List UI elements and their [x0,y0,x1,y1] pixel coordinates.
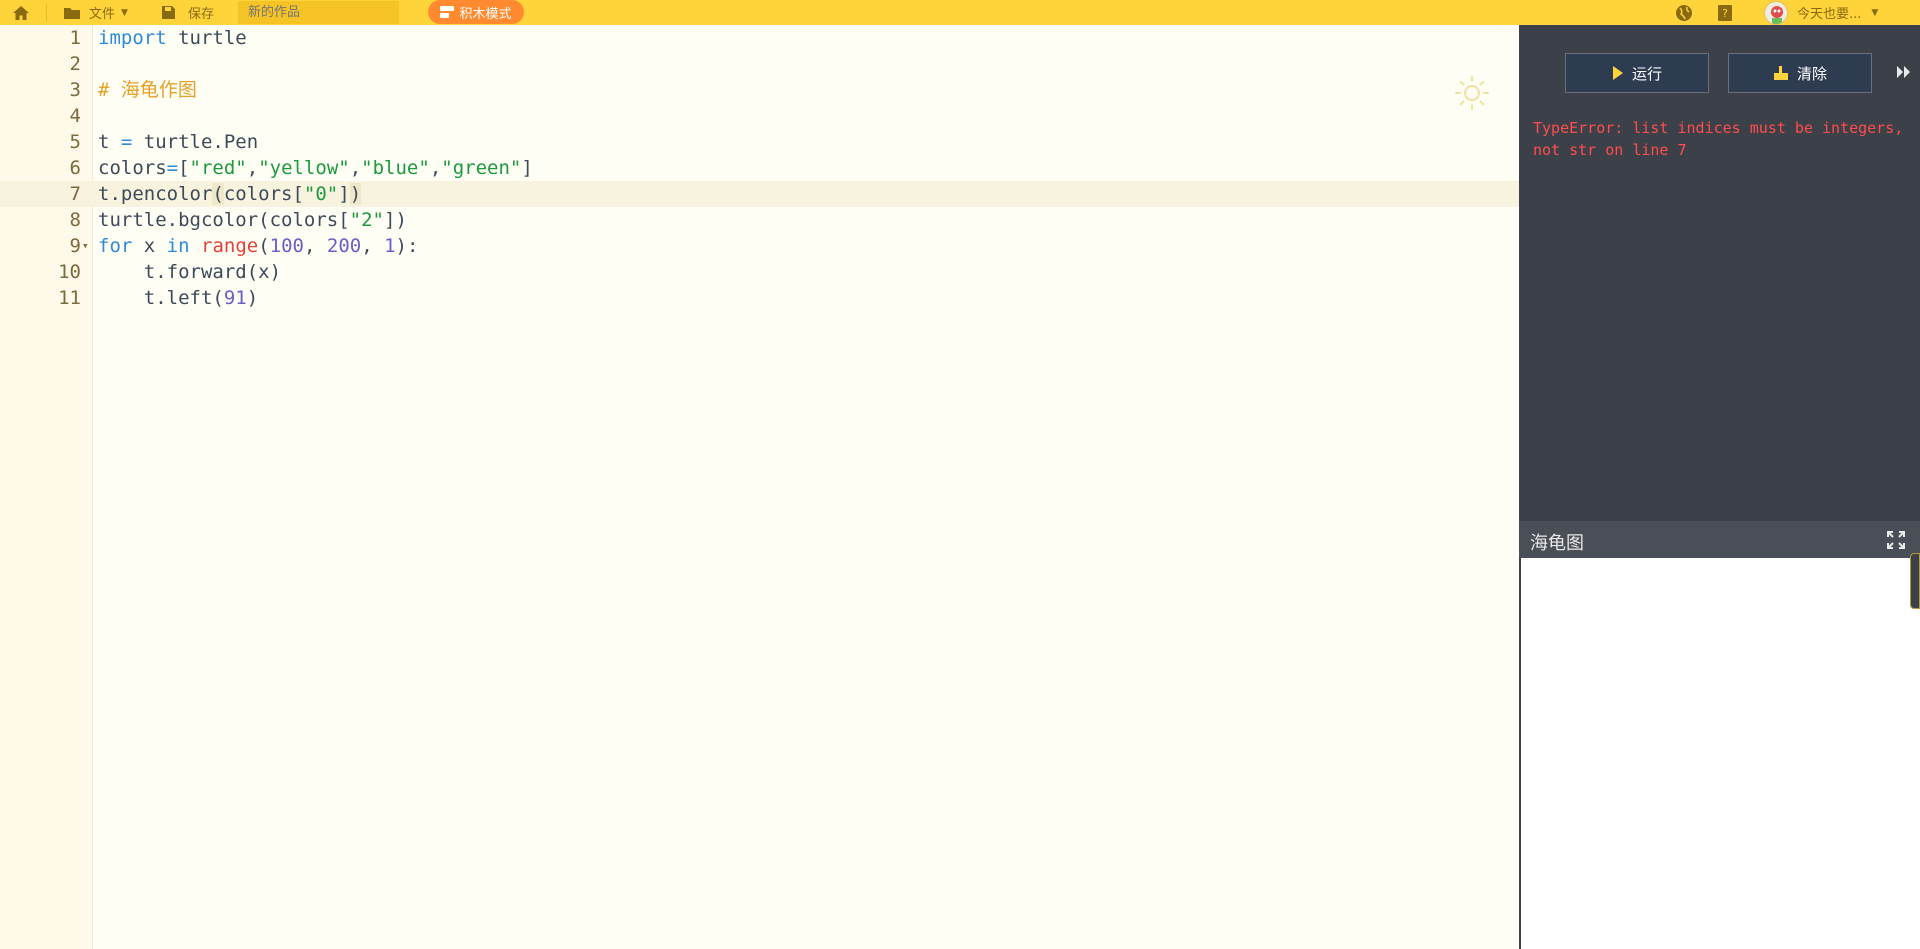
code-line[interactable]: 10 t.forward(x) [0,259,1519,285]
code-line[interactable]: 6 colors=["red","yellow","blue","green"] [0,155,1519,181]
fold-toggle-icon[interactable]: ▾ [82,233,89,259]
turtle-canvas[interactable] [1519,558,1920,949]
file-menu[interactable]: 文件 ▼ [63,0,128,25]
fullscreen-icon[interactable] [1886,530,1906,550]
run-button[interactable]: 运行 [1565,53,1709,93]
canvas-title: 海龟图 [1530,533,1584,554]
run-label: 运行 [1631,64,1662,83]
block-mode-label: 积木模式 [459,6,512,22]
language-button[interactable] [1675,0,1693,25]
line-number: 2 [69,53,81,75]
code-text: t.left(91) [98,287,259,309]
code-line-active[interactable]: 7 t.pencolor(colors["0"]) [0,181,1519,207]
block-mode-button[interactable]: 积木模式 [428,0,524,24]
clear-label: 清除 [1796,64,1827,83]
chevron-down-icon: ▼ [121,7,128,18]
chevron-down-icon: ▼ [1871,7,1879,18]
user-menu[interactable]: 今天也要... ▼ [1797,0,1878,25]
code-line[interactable]: 3 # 海龟作图 [0,77,1519,103]
top-toolbar: 文件 ▼ 保存 积木模式 ? 今天也要... ▼ [0,0,1920,25]
save-button[interactable]: 保存 [161,0,214,25]
output-panel-top [1519,25,1920,33]
floppy-disk-icon [162,6,175,19]
code-line[interactable]: 2 [0,51,1519,77]
code-line[interactable]: 11 t.left(91) [0,285,1519,311]
line-number: 3 [69,79,81,101]
blocks-icon [440,6,455,18]
user-avatar[interactable] [1764,1,1788,25]
code-text: import turtle [98,27,247,49]
code-comment: # 海龟作图 [98,79,197,101]
file-menu-label: 文件 [89,7,116,22]
home-icon [13,5,29,20]
help-book-icon: ? [1718,4,1732,21]
line-number: 5 [69,131,81,153]
line-number: 9 [69,235,81,257]
code-text: colors=["red","yellow","blue","green"] [98,157,533,179]
home-button[interactable] [12,0,30,25]
code-text: for x in range(100, 200, 1): [98,235,419,257]
code-text: t = turtle.Pen [98,131,259,153]
code-line[interactable]: 8 turtle.bgcolor(colors["2"]) [0,207,1519,233]
clear-button[interactable]: 清除 [1728,53,1872,93]
play-icon [1612,66,1623,80]
line-number: 6 [69,157,81,179]
folder-icon [64,7,80,19]
line-number: 1 [69,27,81,49]
line-number: 11 [58,287,81,309]
theme-toggle-sun-icon[interactable] [1454,75,1490,111]
code-line[interactable]: 9 ▾ for x in range(100, 200, 1): [0,233,1519,259]
code-text: turtle.bgcolor(colors["2"]) [98,209,407,231]
code-text: t.pencolor(colors["0"]) [98,183,362,205]
line-number: 7 [69,183,81,205]
save-label: 保存 [188,7,215,22]
avatar-image-icon [1771,6,1783,24]
line-number: 10 [58,261,81,283]
code-text: t.forward(x) [98,261,282,283]
broom-icon [1773,66,1788,80]
side-drawer-handle[interactable] [1910,553,1920,609]
help-button[interactable]: ? [1717,0,1733,25]
code-editor[interactable]: 1 import turtle 2 3 # 海龟作图 4 5 t = turtl… [0,25,1519,949]
globe-icon [1676,4,1692,21]
svg-text:?: ? [1722,7,1728,20]
username-label: 今天也要... [1797,7,1862,22]
turtle-canvas-header: 海龟图 [1519,521,1920,558]
output-panel: 运行 清除 TypeError: list indices must be in… [1519,33,1920,521]
error-message: TypeError: list indices must be integers… [1533,119,1904,159]
code-line[interactable]: 1 import turtle [0,25,1519,51]
line-number: 8 [69,209,81,231]
toolbar-divider [46,4,47,21]
project-title-input[interactable] [238,1,399,24]
line-number: 4 [69,105,81,127]
collapse-panel-icon[interactable] [1895,63,1913,81]
code-line[interactable]: 4 [0,103,1519,129]
code-line[interactable]: 5 t = turtle.Pen [0,129,1519,155]
